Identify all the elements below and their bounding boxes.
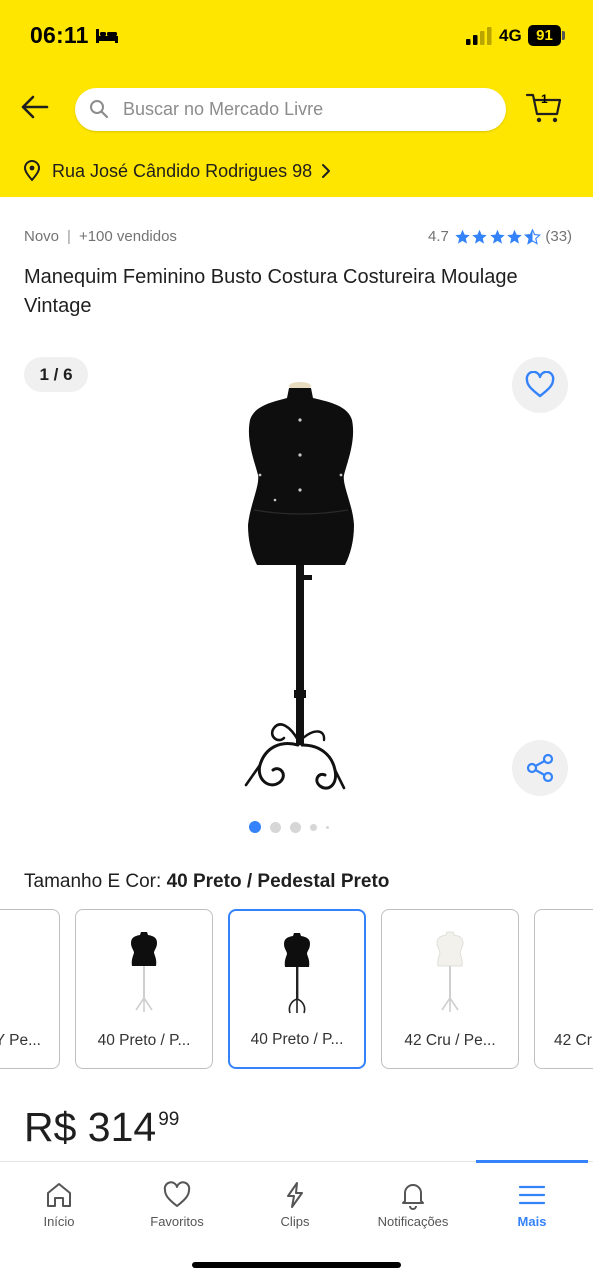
variation-label: Tamanho E Cor: 40 Preto / Pedestal Preto [24,871,389,893]
arrow-left-icon [21,95,49,119]
share-button[interactable] [512,740,568,796]
tab-label: Clips [280,1214,310,1229]
product-title: Manequim Feminino Busto Costura Costurei… [24,266,518,317]
price-cents: 99 [158,1109,180,1130]
variation-option[interactable]: 40 Preto / P... [75,909,213,1069]
battery-icon: 91 [528,25,565,46]
price: R$ 314 99 [24,1103,179,1151]
tab-inicio[interactable]: Início [0,1180,118,1229]
tab-label: Notificações [377,1214,449,1229]
rating-summary[interactable]: 4.7 (33) [428,228,572,245]
tab-label: Favoritos [150,1214,204,1229]
cart-button[interactable]: 1 [524,90,564,126]
app-header: 06:11 4G 91 Buscar no Mercado Livre 1 Ru… [0,0,593,197]
network-type: 4G [499,26,522,45]
image-counter: 1 / 6 [24,357,88,392]
tab-notificacoes[interactable]: Notificações [354,1180,472,1229]
signal-icon [466,27,492,45]
pagination-dot-active[interactable] [249,821,261,833]
rating-stars [454,228,542,245]
variation-selected-value: 40 Preto / Pedestal Preto [166,871,390,892]
star-half-icon [523,228,541,245]
star-full-icon [455,229,470,244]
variation-option-label: 42 Cru / Pe... [404,1032,496,1049]
price-amount: R$ 314 [24,1104,157,1150]
variation-label-title: Tamanho E Cor: [24,871,162,892]
search-input[interactable] [123,88,493,131]
variation-thumbnail [131,932,157,1012]
address-text: Rua José Cândido Rodrigues 98 [52,160,313,181]
delivery-address[interactable]: Rua José Cândido Rodrigues 98 [22,156,332,186]
tab-clips[interactable]: Clips [236,1180,354,1229]
condition-label: Novo [24,228,60,245]
tab-label: Mais [517,1214,547,1229]
variation-thumbnail [284,933,310,1014]
search-bar[interactable] [75,88,506,131]
location-pin-icon [24,160,40,181]
pagination-dot[interactable] [326,825,329,829]
star-full-icon [472,229,488,244]
battery-level: 91 [528,25,561,46]
variation-option-label: 42 Cr [554,1032,592,1049]
home-icon [47,1183,71,1207]
chevron-right-icon [322,164,331,178]
variation-option-label: 40 Preto / P... [97,1032,191,1049]
bottom-tab-bar: Início Favoritos Clips Notificações Mais [0,1160,593,1280]
variation-option[interactable]: 42 Cr [534,909,593,1069]
tab-label: Início [43,1214,75,1229]
product-meta: Novo | +100 vendidos [24,228,177,245]
search-icon [90,100,109,119]
back-button[interactable] [18,90,52,124]
gallery-pagination [249,821,338,833]
rating-value: 4.7 [428,228,449,245]
meta-divider: | [67,228,71,245]
active-tab-indicator [476,1160,588,1163]
variation-option-label: 40 Preto / P... [250,1031,344,1048]
status-bar: 06:11 4G 91 [0,0,593,72]
sleep-mode-icon [96,29,118,43]
status-time: 06:11 [30,22,89,48]
battery-cap [562,31,565,40]
variation-thumbnail [436,931,464,1012]
product-gallery[interactable]: 1 / 6 [0,340,593,840]
variation-option[interactable]: 42 Cru / Pe... [381,909,519,1069]
variation-option-selected[interactable]: 40 Preto / P... [228,909,366,1069]
menu-icon [518,1185,546,1205]
star-full-icon [490,229,505,244]
tab-favoritos[interactable]: Favoritos [118,1180,236,1229]
tab-mais[interactable]: Mais [473,1180,591,1229]
home-indicator[interactable] [192,1262,401,1268]
cart-count-badge: 1 [541,92,548,106]
share-icon [526,753,554,783]
product-image [244,382,354,790]
star-full-icon [507,229,523,244]
heart-icon [163,1181,191,1207]
favorite-button[interactable] [512,357,568,413]
lightning-icon [287,1182,303,1208]
variation-options: Y Pe... 40 Preto / P... 40 Preto / P... … [0,909,593,1071]
variation-option-label: Y Pe... [0,1032,41,1049]
sold-count: +100 vendidos [78,228,177,245]
pagination-dot[interactable] [290,821,301,833]
pagination-dot[interactable] [310,823,317,831]
bell-icon [402,1184,424,1210]
pagination-dot[interactable] [270,821,281,833]
variation-option[interactable]: Y Pe... [0,909,60,1069]
heart-icon [525,371,555,398]
rating-count: (33) [545,228,573,245]
